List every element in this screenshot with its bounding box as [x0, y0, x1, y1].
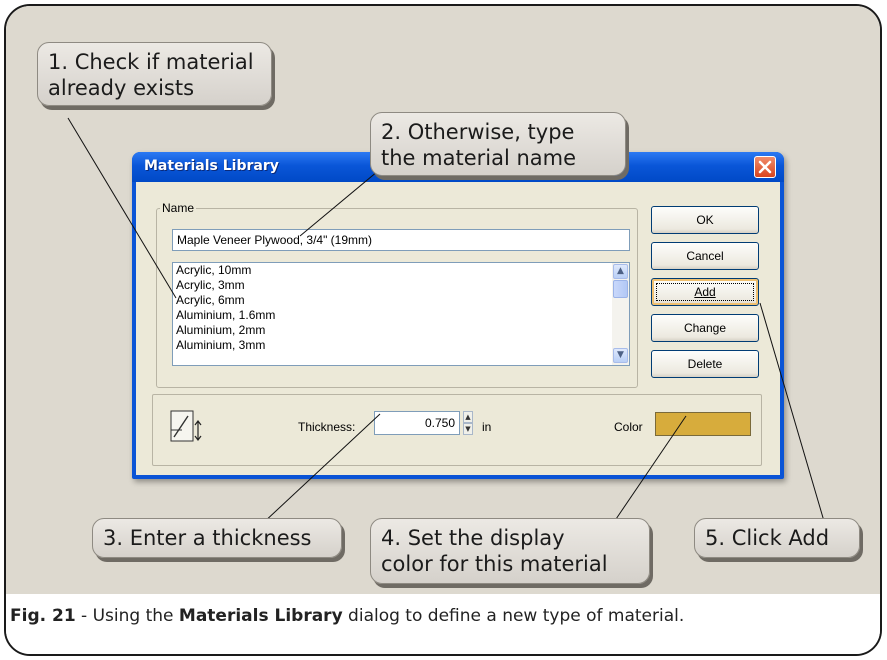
scroll-up-icon[interactable]: ▲	[613, 264, 628, 279]
focus-ring	[656, 283, 754, 301]
spin-down-icon[interactable]: ▼	[463, 423, 473, 435]
dialog-title: Materials Library	[144, 158, 279, 174]
list-item[interactable]: Acrylic, 6mm	[173, 293, 629, 308]
thickness-spinner[interactable]: ▲ ▼	[463, 411, 473, 435]
callout-check-exists: 1. Check if material already exists	[37, 42, 272, 106]
list-item[interactable]: Acrylic, 3mm	[173, 278, 629, 293]
spin-up-icon[interactable]: ▲	[463, 411, 473, 423]
caption-label: Fig. 21	[10, 606, 76, 626]
color-label: Color	[614, 420, 643, 434]
material-name-input[interactable]: Maple Veneer Plywood, 3/4" (19mm)	[172, 229, 630, 251]
delete-button[interactable]: Delete	[651, 350, 759, 378]
callout-set-color: 4. Set the display color for this materi…	[370, 518, 650, 584]
callout-type-name: 2. Otherwise, type the material name	[370, 112, 626, 176]
cancel-button[interactable]: Cancel	[651, 242, 759, 270]
name-group-label: Name	[160, 201, 197, 215]
list-item[interactable]: Acrylic, 10mm	[173, 263, 629, 278]
thickness-label: Thickness:	[298, 420, 356, 434]
figure-caption: Fig. 21 - Using the Materials Library di…	[10, 606, 684, 626]
materials-library-dialog: Materials Library Name Maple Veneer Plyw…	[132, 152, 784, 479]
close-icon	[758, 160, 772, 174]
list-item[interactable]: Aluminium, 1.6mm	[173, 308, 629, 323]
listbox-scrollbar[interactable]: ▲ ▼	[612, 263, 629, 365]
scroll-down-icon[interactable]: ▼	[613, 348, 628, 363]
caption-bold: Materials Library	[178, 606, 343, 626]
caption-text-before: - Using the	[75, 606, 179, 626]
materials-listbox[interactable]: Acrylic, 10mm Acrylic, 3mm Acrylic, 6mm …	[172, 262, 630, 366]
callout-enter-thickness: 3. Enter a thickness	[92, 518, 342, 558]
change-button[interactable]: Change	[651, 314, 759, 342]
add-button[interactable]: Add	[651, 278, 759, 306]
thickness-input[interactable]: 0.750	[374, 411, 460, 435]
caption-text-after: dialog to define a new type of material.	[342, 606, 685, 626]
color-swatch-button[interactable]	[655, 412, 751, 436]
dialog-client-area: Name Maple Veneer Plywood, 3/4" (19mm) A…	[136, 182, 780, 475]
close-button[interactable]	[754, 156, 776, 178]
scrollbar-thumb[interactable]	[613, 280, 628, 298]
ok-button[interactable]: OK	[651, 206, 759, 234]
callout-click-add: 5. Click Add	[694, 518, 860, 558]
list-item[interactable]: Aluminium, 2mm	[173, 323, 629, 338]
thickness-icon	[170, 410, 202, 442]
thickness-unit-label: in	[482, 420, 492, 434]
list-item[interactable]: Aluminium, 3mm	[173, 338, 629, 353]
